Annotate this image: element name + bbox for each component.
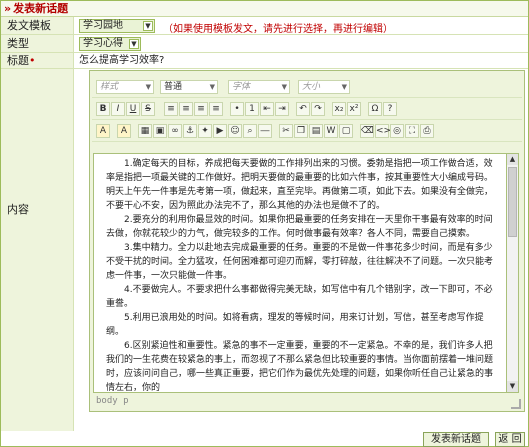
italic-icon[interactable]: I <box>111 102 125 116</box>
template-row: 发文模板 学习园地 ▼ （如果使用模板发文，请先进行选择，再进行编辑） <box>1 17 528 35</box>
toolbar-row-3: A A ▦ ▣ ∞ ⚓ ✦ ▶ ☺ ⌕ ― ✂ ❐ ▤ W ▢ ⌫ <> ◎ ⛶… <box>92 121 522 142</box>
type-row: 类型 学习心得 ▼ <box>1 35 528 53</box>
align-justify-icon[interactable]: ≡ <box>209 102 223 116</box>
bold-icon[interactable]: B <box>96 102 110 116</box>
resize-handle-icon[interactable] <box>511 399 521 409</box>
redo-icon[interactable]: ↷ <box>311 102 325 116</box>
font-select[interactable]: 字体 ▼ <box>228 80 290 94</box>
format-select[interactable]: 样式 ▼ <box>96 80 154 94</box>
superscript-icon[interactable]: x² <box>347 102 361 116</box>
help-icon[interactable]: ? <box>383 102 397 116</box>
media-icon[interactable]: ▶ <box>213 124 227 138</box>
undo-icon[interactable]: ↶ <box>296 102 310 116</box>
size-select[interactable]: 大小 ▼ <box>298 80 350 94</box>
template-hint: （如果使用模板发文，请先进行选择，再进行编辑） <box>163 24 393 35</box>
paragraph-select[interactable]: 普通 ▼ <box>160 80 218 94</box>
preview-icon[interactable]: ◎ <box>390 124 404 138</box>
anchor-icon[interactable]: ⚓ <box>183 124 197 138</box>
find-icon[interactable]: ⌕ <box>243 124 257 138</box>
content-paragraph: 5.利用已浪用处的时间。如将看病，理发的等候时间，用来订计划，写信，甚至考虑写作… <box>106 313 484 337</box>
emoticon-icon[interactable]: ☺ <box>228 124 242 138</box>
chevron-down-icon: ▼ <box>143 21 153 31</box>
hr-icon[interactable]: ― <box>258 124 272 138</box>
content-paragraph: 4.不要做完人。不要求把什么事都做得完美无缺，如写信中有几个错别字，改一下即可，… <box>106 285 493 309</box>
submit-topic-button[interactable]: 发表新话题 <box>423 432 489 447</box>
back-button[interactable]: 返 回 <box>495 432 525 447</box>
content-paragraph: 6.区别紧迫性和重要性。紧急的事不一定重要，重要的不一定紧急。不幸的是，我们许多… <box>106 341 494 393</box>
form-title: 发表新话题 <box>13 2 69 15</box>
highlight-color-icon[interactable]: A <box>117 124 131 138</box>
subscript-icon[interactable]: x₂ <box>332 102 346 116</box>
bullet-list-icon[interactable]: • <box>230 102 244 116</box>
chevron-down-icon: ▼ <box>145 83 151 91</box>
type-select[interactable]: 学习心得 ▼ <box>79 37 141 51</box>
paste-icon[interactable]: ▤ <box>309 124 323 138</box>
new-topic-form: » 发表新话题 发文模板 学习园地 ▼ （如果使用模板发文，请先进行选择，再进行编… <box>0 0 529 447</box>
table-icon[interactable]: ▦ <box>138 124 152 138</box>
image-icon[interactable]: ▣ <box>153 124 167 138</box>
content-paragraph: 2.要充分的利用你最显效的时间。如果你把最重要的任务安排在一天里你干事最有效率的… <box>106 215 493 239</box>
title-label: 标题 <box>7 54 29 67</box>
indent-icon[interactable]: ⇥ <box>275 102 289 116</box>
scroll-thumb[interactable] <box>508 167 517 237</box>
select-all-icon[interactable]: ▢ <box>339 124 353 138</box>
html-source-icon[interactable]: <> <box>375 124 391 138</box>
template-select[interactable]: 学习园地 ▼ <box>79 19 155 33</box>
editor-content[interactable]: 1.确定每天的目标，养成把每天要做的工作排列出来的习惯。委勃是指把一项工作做合适… <box>93 153 507 393</box>
editor-scrollbar[interactable]: ▲ ▼ <box>507 153 519 393</box>
strikethrough-icon[interactable]: S <box>141 102 155 116</box>
form-header: » 发表新话题 <box>1 1 528 17</box>
print-icon[interactable]: ⎙ <box>420 124 434 138</box>
double-chevron-icon: » <box>4 2 12 15</box>
toolbar-row-2: B I U S ≡ ≡ ≡ ≡ • 1 ⇤ ⇥ ↶ ↷ x₂ x² Ω ? <box>92 99 522 120</box>
align-right-icon[interactable]: ≡ <box>194 102 208 116</box>
scroll-up-icon[interactable]: ▲ <box>507 154 518 165</box>
rich-text-editor: 样式 ▼ 普通 ▼ 字体 ▼ 大小 ▼ B I U S ≡ ≡ ≡ ≡ • 1 ⇤ ⇥ … <box>89 70 525 412</box>
link-icon[interactable]: ∞ <box>168 124 182 138</box>
remove-format-icon[interactable]: ⌫ <box>360 124 374 138</box>
title-label-cell: 标题• <box>1 53 74 68</box>
chevron-down-icon: ▼ <box>281 83 287 91</box>
outdent-icon[interactable]: ⇤ <box>260 102 274 116</box>
special-char-icon[interactable]: Ω <box>368 102 382 116</box>
element-path: body p <box>96 396 129 406</box>
text-color-icon[interactable]: A <box>96 124 110 138</box>
template-label: 发文模板 <box>1 17 74 34</box>
chevron-down-icon: ▼ <box>129 39 139 49</box>
chevron-down-icon: ▼ <box>209 83 215 91</box>
cut-icon[interactable]: ✂ <box>279 124 293 138</box>
scroll-down-icon[interactable]: ▼ <box>507 381 518 392</box>
chevron-down-icon: ▼ <box>341 83 347 91</box>
paste-word-icon[interactable]: W <box>324 124 338 138</box>
numbered-list-icon[interactable]: 1 <box>245 102 259 116</box>
required-star-icon: • <box>29 54 36 67</box>
flash-icon[interactable]: ✦ <box>198 124 212 138</box>
align-center-icon[interactable]: ≡ <box>179 102 193 116</box>
copy-icon[interactable]: ❐ <box>294 124 308 138</box>
toolbar-row-1: 样式 ▼ 普通 ▼ 字体 ▼ 大小 ▼ <box>92 77 522 98</box>
content-label: 内容 <box>1 69 74 431</box>
title-input[interactable]: 怎么提高学习效率? <box>79 54 164 67</box>
title-row: 标题• 怎么提高学习效率? <box>1 53 528 69</box>
fullscreen-icon[interactable]: ⛶ <box>405 124 419 138</box>
content-paragraph: 1.确定每天的目标，养成把每天要做的工作排列出来的习惯。委勃是指把一项工作做合适… <box>106 159 494 211</box>
content-paragraph: 3.集中精力。全力以赴地去完成最重要的任务。重要的不是做一件事花多少时间，而是有… <box>106 243 494 281</box>
underline-icon[interactable]: U <box>126 102 140 116</box>
type-label: 类型 <box>1 35 74 52</box>
align-left-icon[interactable]: ≡ <box>164 102 178 116</box>
